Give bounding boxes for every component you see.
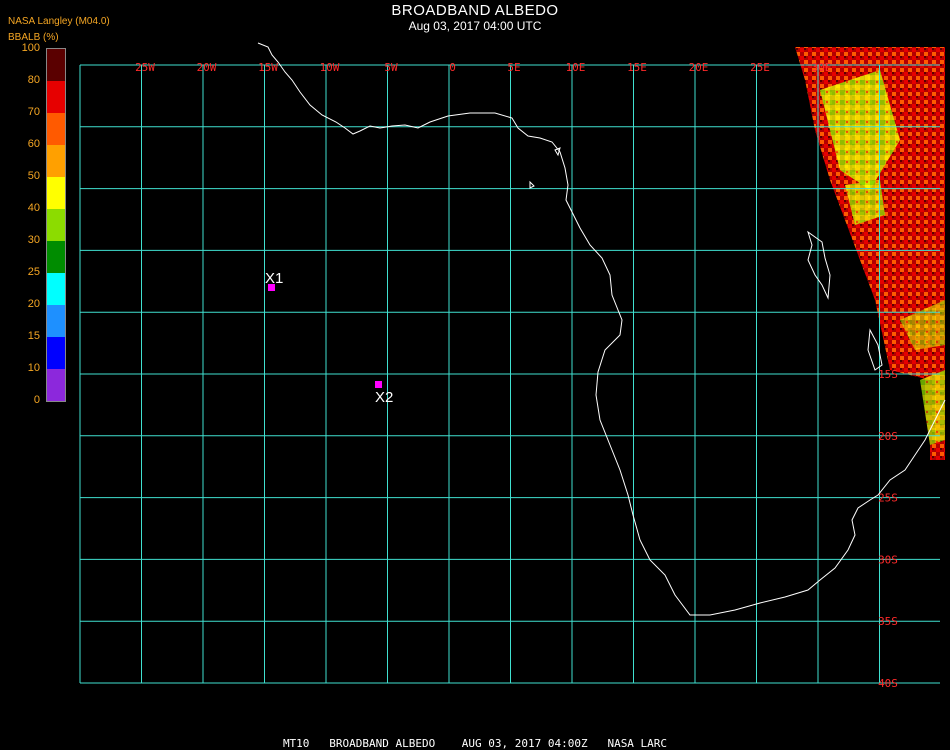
marker-x1-label: X1 [265, 270, 283, 287]
longitude-label: 30E [812, 61, 832, 74]
latitude-label: 35S [878, 615, 898, 628]
longitude-label: 0 [449, 61, 456, 74]
longitude-label: 15E [627, 61, 647, 74]
longitude-label: 25E [750, 61, 770, 74]
longitude-label: 10W [320, 61, 340, 74]
latitude-label: 25S [878, 492, 898, 505]
map-canvas: 25W 20W 15W 10W 5W 0 5E 10E 15E 20E 25E 30E 15S 20S 2… [79, 42, 946, 690]
longitude-label: 5W [384, 61, 398, 74]
longitude-label: 10E [566, 61, 586, 74]
latitude-label: 20S [878, 430, 898, 443]
latitude-labels: 15S 20S 25S 30S 35S 40S [878, 368, 898, 690]
longitude-label: 15W [258, 61, 278, 74]
longitude-label: 20W [197, 61, 217, 74]
latitude-label: 30S [878, 553, 898, 566]
marker-x2-point [375, 381, 382, 388]
longitude-label: 5E [507, 61, 520, 74]
longitude-label: 20E [689, 61, 709, 74]
lat-lon-grid [79, 64, 940, 684]
latitude-label: 15S [878, 368, 898, 381]
footer-caption: MT10 BROADBAND ALBEDO AUG 03, 2017 04:00… [282, 737, 668, 750]
longitude-label: 25W [135, 61, 155, 74]
marker-x2-label: X2 [375, 389, 393, 406]
latitude-label: 40S [878, 677, 898, 690]
longitude-labels: 25W 20W 15W 10W 5W 0 5E 10E 15E 20E 25E 30E [135, 61, 831, 74]
